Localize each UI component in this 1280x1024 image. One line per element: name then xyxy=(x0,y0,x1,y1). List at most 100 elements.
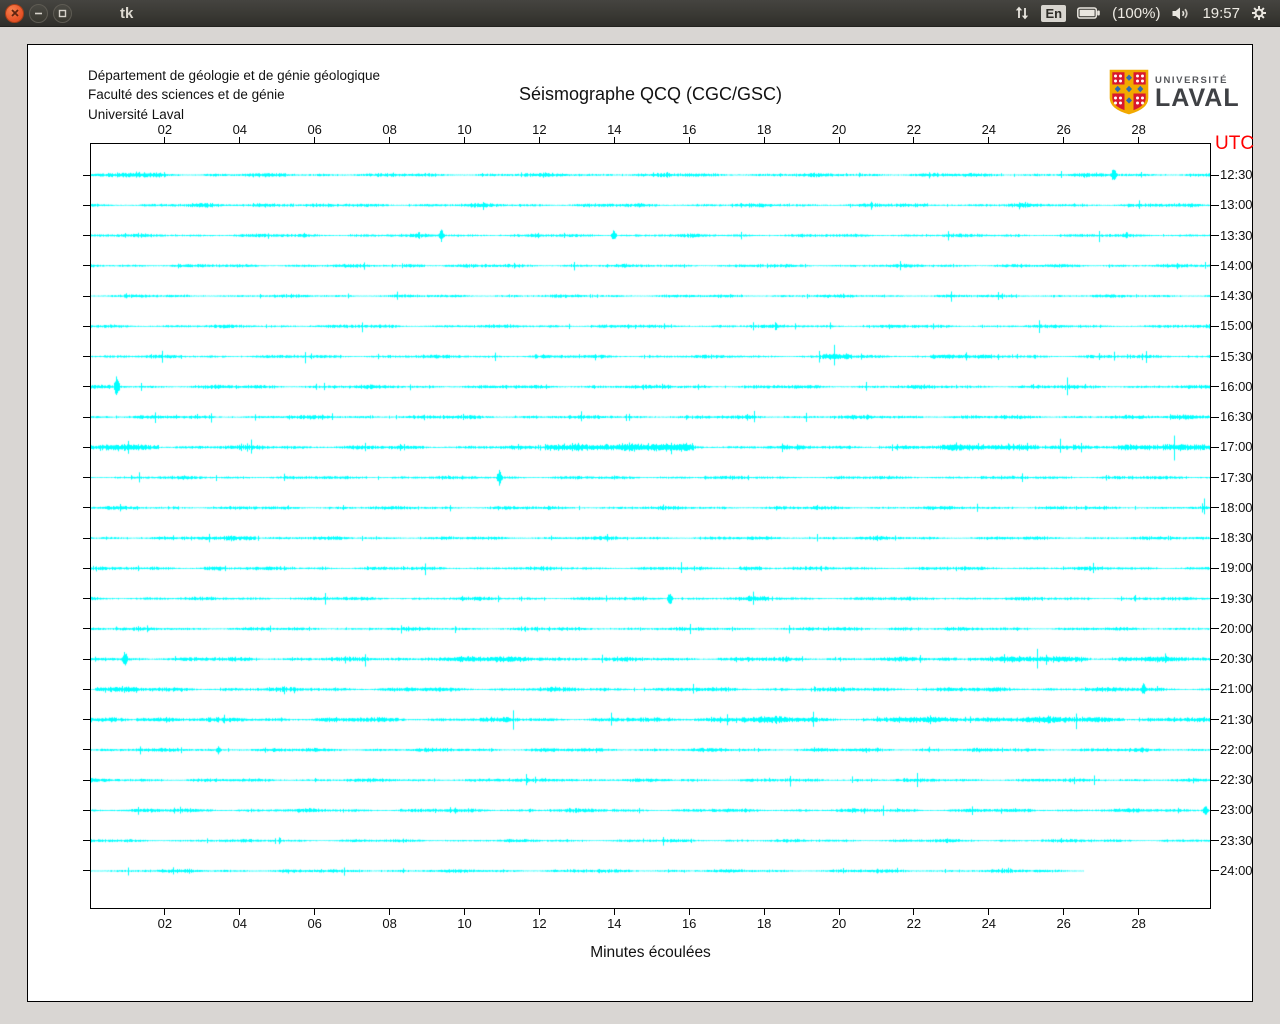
x-tick-bottom xyxy=(1063,909,1065,915)
x-tick-label-bottom: 16 xyxy=(681,916,697,931)
x-tick-label-bottom: 28 xyxy=(1131,916,1146,931)
utc-time-label: 20:00 xyxy=(1220,620,1253,636)
x-tick-label-bottom: 22 xyxy=(906,916,922,931)
trace-tick-right xyxy=(1211,840,1219,842)
keyboard-layout-indicator[interactable]: En xyxy=(1041,4,1067,22)
trace-tick-right xyxy=(1211,265,1219,267)
x-tick-label-top: 26 xyxy=(1056,122,1071,137)
trace-tick-right xyxy=(1211,386,1219,388)
trace-tick-left xyxy=(83,235,90,237)
x-tick-label-bottom: 02 xyxy=(157,916,173,931)
utc-time-label: 17:30 xyxy=(1220,469,1253,485)
x-tick-bottom xyxy=(314,909,316,915)
x-tick-label-top: 16 xyxy=(681,122,697,137)
trace-tick-left xyxy=(83,204,90,206)
x-tick-label-top: 14 xyxy=(607,122,622,137)
trace-tick-left xyxy=(83,749,90,751)
x-tick-label-bottom: 24 xyxy=(981,916,997,931)
trace-tick-left xyxy=(83,386,90,388)
x-tick-bottom xyxy=(1138,909,1140,915)
x-tick-top xyxy=(913,137,915,143)
trace-tick-right xyxy=(1211,567,1219,569)
trace-tick-left xyxy=(83,870,90,872)
x-tick-bottom xyxy=(464,909,465,915)
trace-tick-right xyxy=(1211,477,1219,479)
utc-time-label: 23:30 xyxy=(1220,832,1253,848)
trace-tick-right xyxy=(1211,416,1219,418)
x-tick-label-bottom: 08 xyxy=(382,916,397,931)
battery-icon[interactable] xyxy=(1077,6,1101,20)
trace-tick-right xyxy=(1211,809,1219,811)
trace-tick-left xyxy=(83,598,90,600)
trace-tick-right xyxy=(1211,356,1219,358)
trace-tick-left xyxy=(83,507,90,509)
clock[interactable]: 19:57 xyxy=(1202,5,1240,22)
utc-time-label: 22:30 xyxy=(1220,772,1253,788)
trace-tick-right xyxy=(1211,507,1219,509)
utc-time-label: 14:30 xyxy=(1220,288,1253,304)
trace-tick-right xyxy=(1211,688,1219,690)
x-tick-bottom xyxy=(838,909,840,915)
x-tick-top xyxy=(389,137,391,143)
utc-time-label: 13:30 xyxy=(1220,227,1253,243)
utc-time-label: 19:00 xyxy=(1220,560,1253,576)
x-tick-label-top: 02 xyxy=(157,122,173,137)
x-tick-top xyxy=(239,137,241,143)
x-tick-label-top: 22 xyxy=(906,122,922,137)
close-button[interactable] xyxy=(5,3,24,23)
utc-time-label: 16:00 xyxy=(1220,378,1253,394)
trace-tick-left xyxy=(83,477,90,479)
trace-tick-right xyxy=(1211,779,1219,781)
x-tick-label-top: 24 xyxy=(981,122,997,137)
window-titlebar[interactable]: tk En (100%) 19:57 xyxy=(0,0,1280,27)
utc-time-label: 19:30 xyxy=(1220,590,1253,606)
trace-tick-left xyxy=(83,446,90,448)
gear-icon[interactable] xyxy=(1251,5,1267,21)
minimize-button[interactable] xyxy=(29,3,48,23)
x-tick-top xyxy=(988,137,990,143)
x-tick-label-top: 04 xyxy=(232,122,248,137)
trace-tick-right xyxy=(1211,658,1219,660)
trace-tick-left xyxy=(83,658,90,660)
trace-tick-left xyxy=(83,628,90,630)
trace-tick-left xyxy=(83,174,90,176)
trace-tick-right xyxy=(1211,598,1219,600)
utc-time-label: 20:30 xyxy=(1220,651,1253,667)
maximize-button[interactable] xyxy=(53,3,72,23)
utc-time-label: 16:30 xyxy=(1220,409,1253,425)
trace-tick-left xyxy=(83,809,90,811)
trace-tick-left xyxy=(83,537,90,539)
utc-time-label: 15:30 xyxy=(1220,348,1253,364)
x-tick-label-top: 08 xyxy=(382,122,397,137)
x-tick-label-bottom: 20 xyxy=(831,916,847,931)
utc-time-label: 21:00 xyxy=(1220,681,1253,697)
x-tick-label-top: 20 xyxy=(831,122,847,137)
plot-title: Séismographe QCQ (CGC/GSC) xyxy=(518,84,783,104)
trace-tick-right xyxy=(1211,295,1219,297)
x-tick-label-bottom: 12 xyxy=(532,916,547,931)
trace-tick-right xyxy=(1211,749,1219,751)
trace-tick-right xyxy=(1211,204,1219,206)
seismo-canvas xyxy=(91,144,1210,908)
trace-tick-left xyxy=(83,840,90,842)
updown-arrows-icon[interactable] xyxy=(1014,5,1030,21)
utc-time-label: 13:00 xyxy=(1220,197,1253,213)
maximize-icon xyxy=(58,9,67,17)
x-tick-bottom xyxy=(613,909,615,915)
x-axis-label: Minutes écoulées xyxy=(590,944,711,961)
x-tick-bottom xyxy=(389,909,391,915)
trace-tick-left xyxy=(83,295,90,297)
system-tray: En (100%) 19:57 xyxy=(1014,4,1267,22)
x-tick-top xyxy=(1063,137,1065,143)
x-tick-label-bottom: 18 xyxy=(756,916,772,931)
laval-logo: UNIVERSITÉ LAVAL xyxy=(1109,69,1240,115)
x-tick-top xyxy=(1138,137,1140,143)
trace-tick-left xyxy=(83,567,90,569)
window-title: tk xyxy=(120,4,134,22)
x-tick-top xyxy=(838,137,840,143)
x-tick-label-top: 18 xyxy=(756,122,772,137)
volume-icon[interactable] xyxy=(1171,6,1191,21)
x-tick-bottom xyxy=(164,909,166,915)
trace-tick-right xyxy=(1211,325,1219,327)
trace-tick-right xyxy=(1211,537,1219,539)
